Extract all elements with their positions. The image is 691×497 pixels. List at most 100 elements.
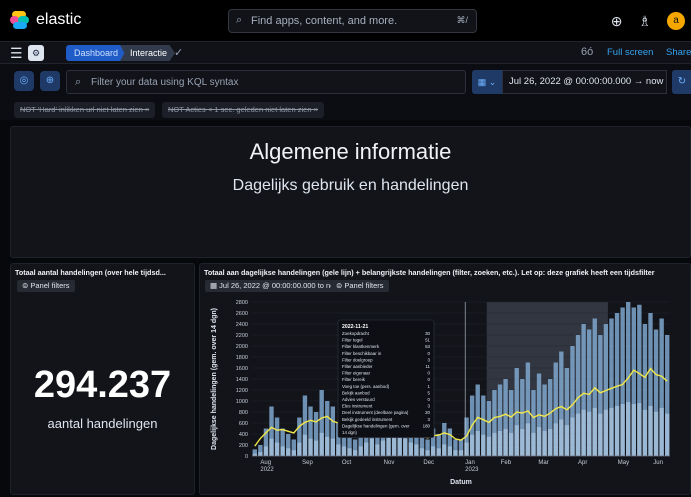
filter-pill[interactable]: NOT Acties < 1 sec. geleden niet laten z… [162, 102, 324, 118]
bar-segment [408, 442, 414, 456]
bar-segment [297, 442, 302, 456]
bar-segment [291, 450, 296, 456]
bar-segment [330, 438, 335, 456]
kql-search-input[interactable]: ⌕ Filter your data using KQL syntax [66, 70, 466, 94]
tooltip-row-label: Filter doelgroep [342, 357, 373, 362]
bar-segment [659, 407, 664, 456]
space-avatar-icon[interactable]: ⚙ [28, 45, 44, 61]
panel-heading: Algemene informatie [249, 139, 452, 164]
bar-segment [620, 404, 625, 456]
bar-segment [347, 448, 352, 456]
app-name: elastic [36, 11, 82, 28]
global-search-input[interactable]: ⌕ Find apps, content, and more. ⌘/ [228, 9, 477, 33]
breadcrumb-dashboard[interactable]: Dashboard [66, 45, 131, 61]
tooltip-row-label: Filter tegel [342, 338, 363, 343]
tooltip-row-value: 30 [425, 331, 430, 336]
panel-filters-button[interactable]: ⊜ Panel filters [331, 280, 389, 292]
fullscreen-button[interactable]: Full screen [607, 47, 653, 58]
tooltip-row-label: Advies verstuurd [342, 397, 375, 402]
tooltip-row-label: Filter beschikbaar in [342, 351, 382, 356]
metric-label: aantal handelingen [47, 416, 158, 431]
tooltip-row-label: Bekijk gedeeld instrument [342, 417, 393, 422]
bar-segment [642, 409, 648, 456]
bar-segment [559, 419, 564, 456]
filter-pill[interactable]: NOT 'Hard' inlikken url niet laten zien … [14, 102, 156, 118]
tooltip-row-label: Dagelijkse handelingen (gem. over [342, 423, 410, 428]
bar-segment [475, 430, 480, 456]
view-mode-icon[interactable]: 6ó [581, 46, 593, 58]
bar-segment [380, 440, 386, 456]
elastic-logo[interactable]: elastic [10, 10, 81, 30]
bar-segment [665, 413, 670, 456]
bar-segment [375, 444, 380, 456]
add-filter-icon[interactable]: ⊕ [40, 71, 60, 91]
x-tick-label: Jan [465, 460, 475, 466]
bar-segment [341, 446, 347, 456]
tooltip-row-value: 20 [425, 410, 430, 415]
share-button[interactable]: Share [666, 47, 691, 58]
user-avatar[interactable]: a [667, 12, 685, 30]
menu-toggle-icon[interactable]: ☰ [10, 45, 23, 62]
bar-segment [430, 446, 436, 456]
date-range-picker[interactable]: Jul 26, 2022 @ 00:00:00.000 → now [502, 70, 667, 94]
bar-segment [492, 432, 497, 456]
tooltip-row-label: Filter klantkenmerk [342, 344, 380, 349]
bar-segment [313, 440, 319, 456]
panel-title: Totaal aantal handelingen (over hele tij… [15, 268, 166, 277]
x-tick-label: Sep [302, 460, 313, 466]
tooltip-row-label: Bekijk aanbod [342, 390, 370, 395]
markdown-panel: Algemene informatie Dagelijks gebruik en… [10, 126, 691, 258]
help-icon[interactable]: ⊕ [611, 13, 623, 30]
y-tick-label: 400 [239, 432, 248, 438]
bar-segment [508, 432, 514, 456]
bar-segment [653, 411, 659, 456]
y-tick-label: 1800 [236, 355, 248, 361]
y-tick-label: 2000 [236, 344, 248, 350]
bar-segment [481, 434, 486, 456]
bar-segment [369, 438, 375, 456]
y-tick-label: 2400 [236, 322, 248, 328]
tooltip-row-label: Zoekopdracht [342, 331, 370, 336]
bar-segment [553, 423, 558, 456]
panel-time-chip[interactable]: ▦ Jul 26, 2022 @ 00:00:00.000 to now [205, 280, 345, 292]
bar-segment [442, 444, 447, 456]
elastic-logo-icon [10, 10, 30, 30]
handelingen-chart[interactable]: 0 200 400 600 800 1000 1200 1400 1600 1800 2000 220… [200, 294, 691, 495]
metric-value: 294.237 [33, 364, 172, 406]
bar-segment [302, 434, 308, 456]
query-bar: ◎ ⊕ ⌕ Filter your data using KQL syntax … [0, 64, 691, 100]
x-tick-label: Feb [501, 460, 512, 466]
x-tick-label: May [618, 460, 629, 466]
tooltip-row-label: Filter aanbieder [342, 364, 373, 369]
search-icon: ⌕ [236, 14, 243, 26]
bar-segment [364, 442, 369, 456]
saved-query-icon[interactable]: ◎ [14, 71, 34, 91]
bar-segment [425, 450, 430, 456]
y-tick-label: 200 [239, 443, 248, 449]
x-tick-label: Nov [384, 460, 395, 466]
tooltip-row-label: Filter eigenaar [342, 371, 371, 376]
bar-segment [531, 432, 536, 456]
tooltip-date: 2022-11-21 [342, 324, 368, 330]
panel-title: Totaal aan dagelijkse handelingen (gele … [204, 268, 655, 277]
news-feed-icon[interactable]: ♗ [638, 13, 651, 30]
refresh-icon[interactable]: ↻ [672, 70, 691, 94]
bar-segment [486, 436, 492, 456]
bar-segment [336, 444, 341, 456]
x-tick-label: Jun [653, 460, 663, 466]
x-tick-year: 2022 [260, 467, 274, 473]
panel-filters-button[interactable]: ⊜ Panel filters [17, 280, 75, 292]
x-tick-label: Mar [538, 460, 548, 466]
breadcrumb-current: Interactie [120, 45, 176, 61]
calendar-icon[interactable]: ▦ ⌄ [472, 70, 502, 94]
y-tick-label: 0 [245, 454, 248, 460]
bar-segment [570, 417, 575, 456]
bar-segment [603, 409, 609, 456]
bar-segment [587, 411, 592, 456]
bar-segment [598, 413, 603, 456]
bar-segment [269, 438, 274, 456]
bar-segment [386, 434, 391, 456]
bar-segment [497, 430, 503, 456]
bar-segment [263, 446, 269, 456]
filter-row: NOT 'Hard' inlikken url niet laten zien … [0, 100, 691, 120]
